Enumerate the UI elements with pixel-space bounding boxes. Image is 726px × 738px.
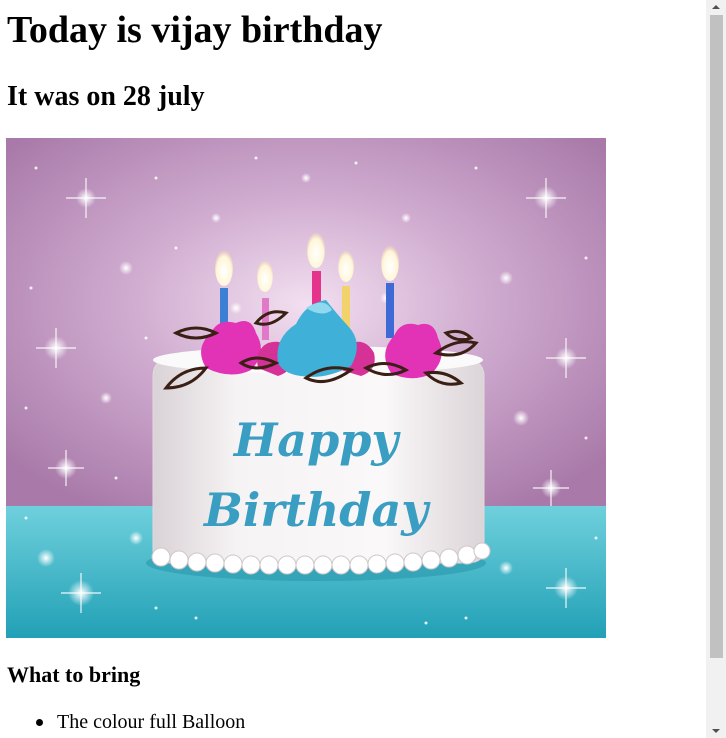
cake-text-birthday: Birthday [202,483,431,537]
birthday-cake-image: Happy Birthday [6,138,606,638]
bullet-dot [36,719,43,726]
scroll-down-arrow-icon[interactable] [706,724,726,738]
bring-section-title: What to bring [7,662,141,687]
page-subtitle: It was on 28 july [7,81,205,112]
vertical-scrollbar[interactable] [706,0,726,738]
bring-list: The colour full Balloon [0,709,245,735]
page-title: Today is vijay birthday [7,9,383,51]
page: Today is vijay birthday It was on 28 jul… [0,0,706,738]
list-item-label: The colour full Balloon [57,711,246,733]
scroll-up-arrow-icon[interactable] [706,0,726,14]
scrollbar-thumb[interactable] [710,15,723,658]
cake-text-happy: Happy [232,413,402,467]
list-item: The colour full Balloon [0,709,245,735]
